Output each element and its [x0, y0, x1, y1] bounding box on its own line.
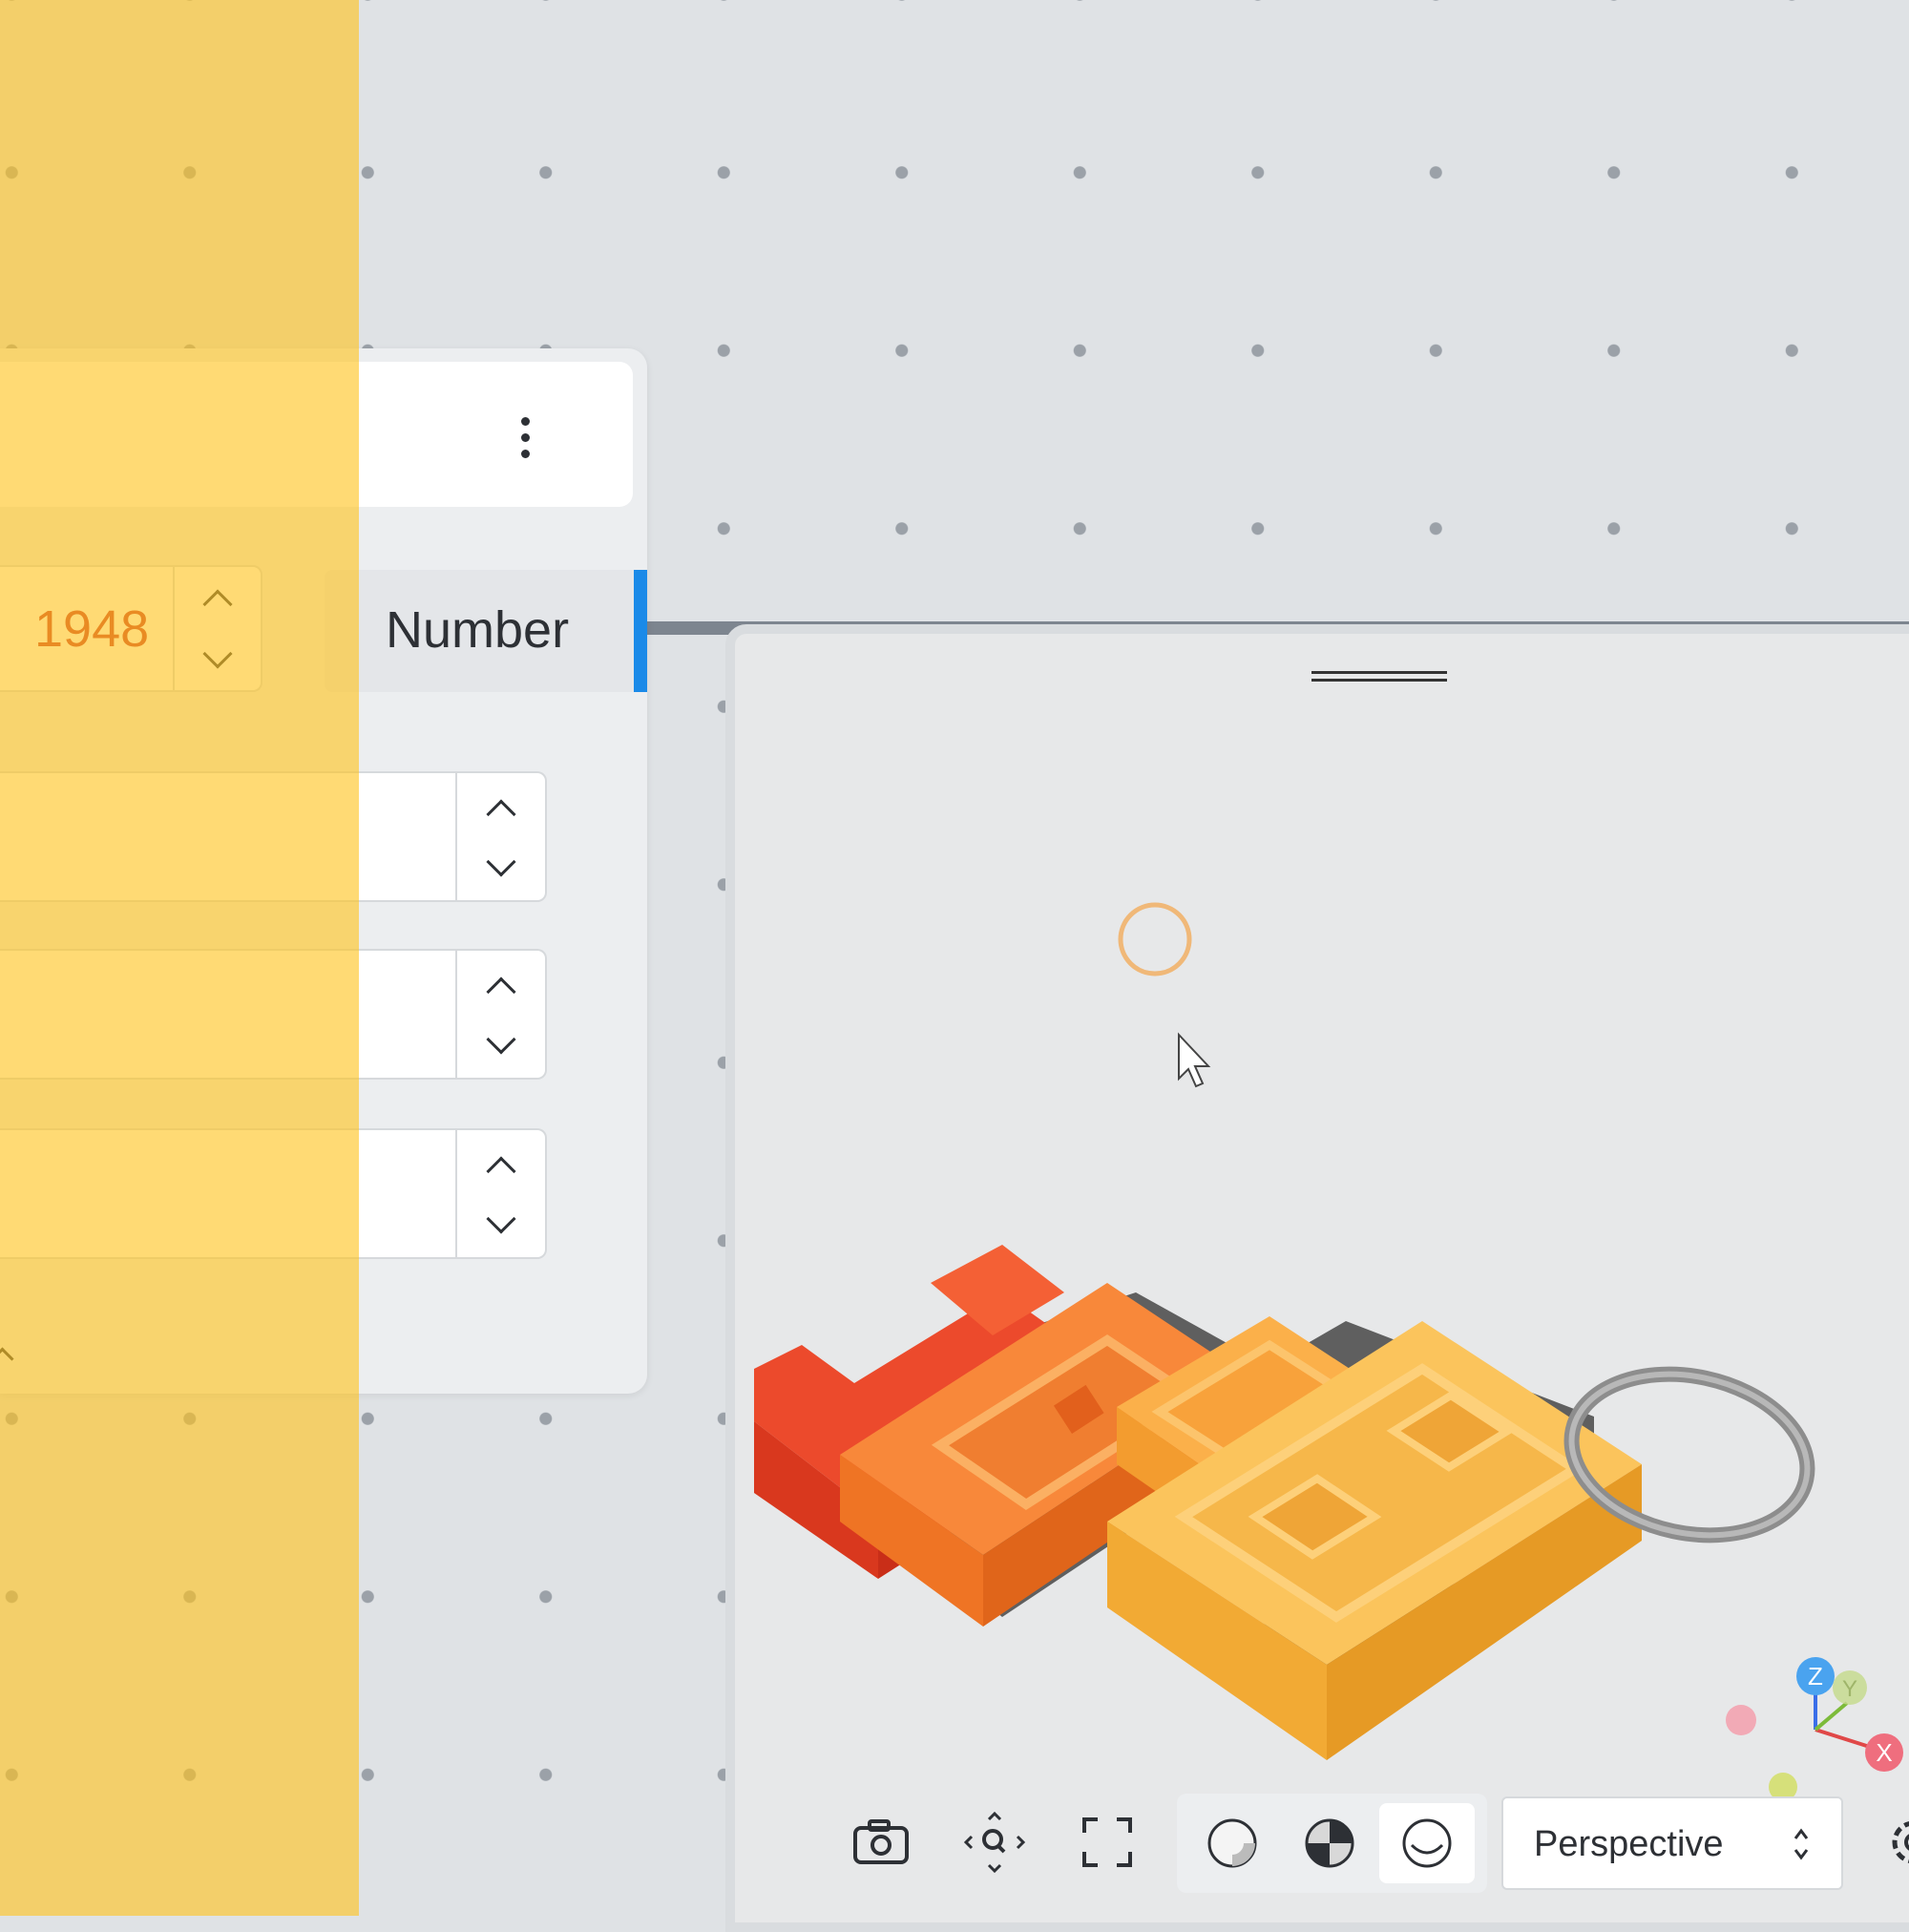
chevron-up-icon[interactable] [486, 1156, 516, 1186]
axis-x-label: X [1876, 1738, 1892, 1767]
output-type-label: Number [386, 601, 570, 659]
input-field-3-stepper[interactable] [455, 1130, 545, 1257]
kebab-menu-icon[interactable] [506, 413, 544, 461]
zoom-fit-icon[interactable] [956, 1804, 1033, 1880]
axis-neg-x-icon[interactable] [1726, 1705, 1756, 1735]
chevron-up-icon[interactable] [486, 976, 516, 1007]
projection-label: Perspective [1534, 1824, 1724, 1864]
shading-smooth-icon[interactable] [1379, 1803, 1475, 1883]
number-value: 1948 [34, 600, 150, 658]
chevron-up-icon[interactable] [486, 799, 516, 830]
node-header [0, 362, 633, 507]
settings-icon[interactable] [1876, 1804, 1909, 1880]
chevron-down-icon[interactable] [486, 847, 516, 877]
input-field-1[interactable] [0, 771, 547, 902]
chevron-down-icon[interactable] [486, 1204, 516, 1234]
shading-mode-group [1177, 1794, 1487, 1893]
number-value-stepper[interactable] [173, 567, 261, 690]
number-value-field[interactable]: 1948 [0, 565, 262, 692]
axis-y-label: Y [1842, 1676, 1857, 1702]
input-field-2-stepper[interactable] [455, 951, 545, 1078]
collapse-caret-icon[interactable] [0, 1347, 14, 1371]
chevron-down-icon[interactable] [486, 1024, 516, 1055]
output-type-chip: Number [325, 570, 647, 692]
number-node-panel: 1948 Number [0, 348, 647, 1394]
chevron-up-icon[interactable] [202, 589, 233, 620]
orbit-target-icon [1118, 902, 1192, 976]
mouse-cursor-icon [1178, 1032, 1211, 1088]
select-arrows-icon [1794, 1828, 1809, 1860]
3d-model-viewport[interactable]: Z Y X [735, 634, 1909, 1932]
shading-checker-icon[interactable] [1282, 1803, 1377, 1883]
projection-select[interactable]: Perspective [1501, 1796, 1843, 1890]
output-port-accent[interactable] [634, 570, 647, 692]
axis-gizmo[interactable]: Z Y X [1726, 1657, 1903, 1801]
fullscreen-icon[interactable] [1069, 1804, 1145, 1880]
3d-viewer-panel[interactable]: Z Y X Perspective [725, 624, 1909, 1932]
chevron-down-icon[interactable] [202, 639, 233, 669]
axis-z-label: Z [1808, 1662, 1823, 1690]
camera-icon[interactable] [843, 1804, 919, 1880]
input-field-2[interactable] [0, 949, 547, 1080]
shading-flat-icon[interactable] [1185, 1803, 1280, 1883]
input-field-1-stepper[interactable] [455, 773, 545, 900]
input-field-3[interactable] [0, 1128, 547, 1259]
drag-handle-icon[interactable] [1311, 671, 1447, 682]
